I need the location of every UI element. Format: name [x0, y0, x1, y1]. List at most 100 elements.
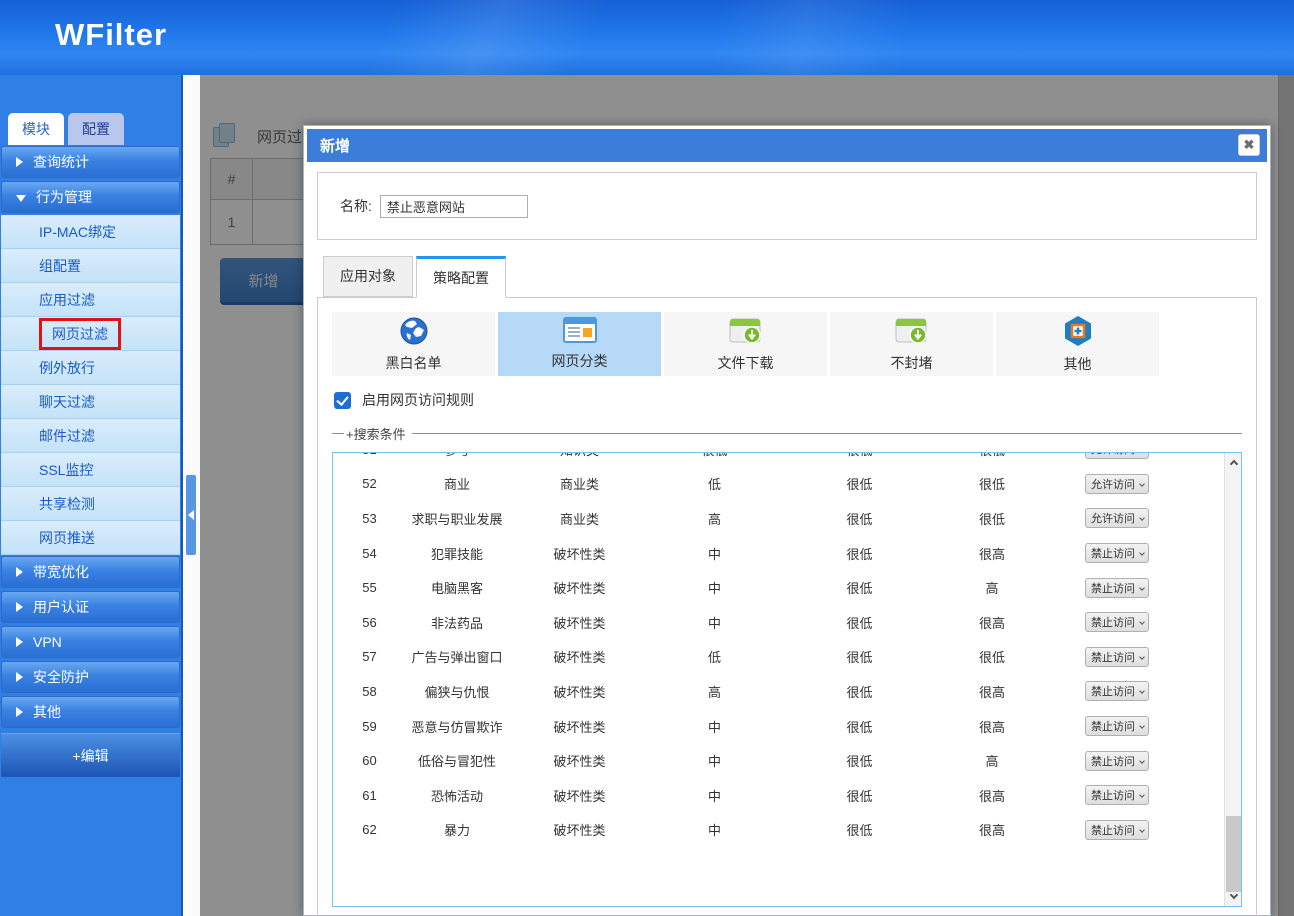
cell-name: 广告与弹出窗口 [392, 647, 522, 666]
chevron-down-icon [1139, 516, 1145, 522]
sidebar-item-app-filter[interactable]: 应用过滤 [1, 283, 180, 317]
access-select[interactable]: 禁止访问 [1085, 612, 1149, 632]
cell-name: 低俗与冒犯性 [392, 751, 522, 770]
tab-apply-target[interactable]: 应用对象 [323, 256, 413, 297]
sidebar-item-exception-pass[interactable]: 例外放行 [1, 351, 180, 385]
cell-name: 求职与职业发展 [392, 509, 522, 528]
access-select[interactable]: 禁止访问 [1085, 820, 1149, 840]
tile-file-download[interactable]: 文件下载 [664, 312, 827, 376]
access-select-value: 禁止访问 [1091, 614, 1135, 630]
cell-id: 62 [347, 822, 392, 837]
cell-category: 破坏性类 [522, 578, 637, 597]
tile-label: 其他 [1064, 354, 1092, 374]
sidebar-item-ip-mac-bind[interactable]: IP-MAC绑定 [1, 215, 180, 249]
tile-no-block[interactable]: 不封堵 [830, 312, 993, 376]
sidebar-item-edit[interactable]: +编辑 [1, 733, 180, 777]
cell-risk2: 很低 [792, 820, 927, 839]
close-button[interactable]: ✖ [1238, 134, 1260, 156]
tile-label: 黑白名单 [386, 353, 442, 373]
access-select[interactable]: 禁止访问 [1085, 751, 1149, 771]
access-select[interactable]: 禁止访问 [1085, 578, 1149, 598]
sidebar-item-label: 查询统计 [33, 152, 89, 172]
sidebar-tab-config[interactable]: 配置 [68, 113, 124, 145]
scroll-down-button[interactable] [1225, 887, 1242, 903]
category-table-viewport: 51参考知识类很低很低很低允许访问52商业商业类低很低很低允许访问53求职与职业… [333, 453, 1224, 906]
sidebar-tab-modules[interactable]: 模块 [8, 113, 64, 145]
scrollbar-thumb[interactable] [1226, 816, 1241, 892]
sidebar-item-label: SSL监控 [39, 460, 93, 480]
new-policy-dialog: 新增 ✖ 名称: 应用对象 策略配置 黑白名单 [303, 125, 1271, 916]
dialog-tabs: 应用对象 策略配置 [317, 256, 1257, 297]
table-scrollbar[interactable] [1224, 453, 1241, 906]
sidebar-collapse-handle[interactable] [186, 475, 196, 555]
sidebar-item-label: 邮件过滤 [39, 426, 95, 446]
cell-risk2: 很低 [792, 682, 927, 701]
sidebar-item-web-filter[interactable]: 网页过滤 [1, 317, 180, 351]
table-row: 60低俗与冒犯性破坏性类中很低高禁止访问 [333, 743, 1224, 778]
cell-risk3: 很低 [927, 474, 1057, 493]
sidebar-item-mail-filter[interactable]: 邮件过滤 [1, 419, 180, 453]
sidebar-item-vpn[interactable]: VPN [1, 626, 180, 658]
name-input[interactable] [380, 195, 528, 218]
sidebar-item-bandwidth[interactable]: 带宽优化 [1, 556, 180, 588]
sidebar: 模块 配置 查询统计行为管理IP-MAC绑定组配置应用过滤网页过滤例外放行聊天过… [0, 75, 183, 916]
cell-name: 电脑黑客 [392, 578, 522, 597]
table-row: 56非法药品破坏性类中很低很高禁止访问 [333, 605, 1224, 640]
access-select[interactable]: 禁止访问 [1085, 785, 1149, 805]
sidebar-item-behavior-mgmt[interactable]: 行为管理 [1, 181, 180, 213]
sidebar-item-label: VPN [33, 634, 62, 650]
access-select[interactable]: 允许访问 [1085, 474, 1149, 494]
search-condition-toggle[interactable]: +搜索条件 [346, 424, 406, 443]
webpage-icon [563, 317, 597, 349]
chevron-left-icon [188, 510, 194, 520]
cell-name: 偏狭与仇恨 [392, 682, 522, 701]
sidebar-item-share-detect[interactable]: 共享检测 [1, 487, 180, 521]
access-select[interactable]: 禁止访问 [1085, 716, 1149, 736]
access-select-value: 禁止访问 [1091, 649, 1135, 665]
chevron-down-icon [1139, 827, 1145, 833]
access-select[interactable]: 允许访问 [1085, 453, 1149, 459]
cell-action: 禁止访问 [1057, 543, 1224, 563]
cell-risk3: 很低 [927, 453, 1057, 459]
sidebar-item-other[interactable]: 其他 [1, 696, 180, 728]
cell-risk3: 很高 [927, 682, 1057, 701]
tile-other[interactable]: 其他 [996, 312, 1159, 376]
tab-policy-config[interactable]: 策略配置 [416, 256, 506, 298]
sidebar-item-security[interactable]: 安全防护 [1, 661, 180, 693]
sidebar-item-web-push[interactable]: 网页推送 [1, 521, 180, 555]
chevron-right-icon [16, 707, 23, 717]
cell-category: 破坏性类 [522, 786, 637, 805]
cell-risk2: 很低 [792, 509, 927, 528]
sidebar-item-user-auth[interactable]: 用户认证 [1, 591, 180, 623]
cell-category: 知识类 [522, 453, 637, 459]
tile-label: 不封堵 [891, 353, 933, 373]
sidebar-item-label: 共享检测 [39, 494, 95, 514]
sidebar-item-chat-filter[interactable]: 聊天过滤 [1, 385, 180, 419]
access-select[interactable]: 禁止访问 [1085, 543, 1149, 563]
tile-web-category[interactable]: 网页分类 [498, 312, 661, 376]
cell-risk2: 很低 [792, 717, 927, 736]
chevron-down-icon [1139, 550, 1145, 556]
access-select[interactable]: 允许访问 [1085, 508, 1149, 528]
enable-rule-checkbox[interactable] [334, 392, 351, 409]
access-select-value: 禁止访问 [1091, 753, 1135, 769]
tile-label: 文件下载 [718, 353, 774, 373]
access-select[interactable]: 禁止访问 [1085, 647, 1149, 667]
cell-action: 禁止访问 [1057, 751, 1224, 771]
sidebar-tabs: 模块 配置 [8, 113, 181, 145]
chevron-down-icon [1139, 481, 1145, 487]
cell-action: 禁止访问 [1057, 716, 1224, 736]
unblock-folder-icon [895, 316, 929, 351]
sidebar-item-group-config[interactable]: 组配置 [1, 249, 180, 283]
tile-blackwhite-list[interactable]: 黑白名单 [332, 312, 495, 376]
table-row: 55电脑黑客破坏性类中很低高禁止访问 [333, 570, 1224, 605]
cell-risk3: 很低 [927, 509, 1057, 528]
sidebar-item-ssl-monitor[interactable]: SSL监控 [1, 453, 180, 487]
scroll-up-button[interactable] [1225, 456, 1242, 472]
enable-rule-label: 启用网页访问规则 [362, 390, 474, 410]
sidebar-item-query-stats[interactable]: 查询统计 [1, 146, 180, 178]
sidebar-item-label: 其他 [33, 702, 61, 722]
category-table: 51参考知识类很低很低很低允许访问52商业商业类低很低很低允许访问53求职与职业… [332, 452, 1242, 907]
access-select[interactable]: 禁止访问 [1085, 681, 1149, 701]
cell-id: 60 [347, 753, 392, 768]
